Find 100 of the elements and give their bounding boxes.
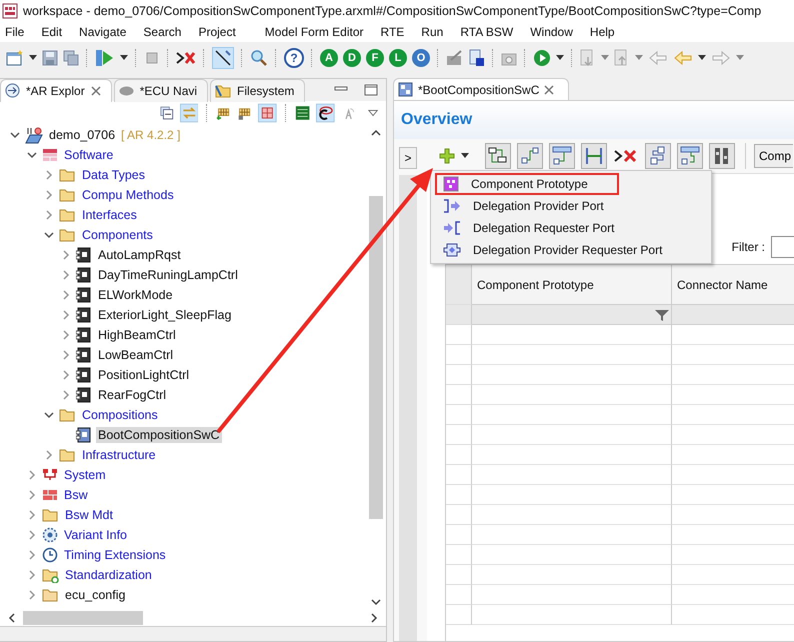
letter-button[interactable]: A	[320, 49, 338, 67]
expanded-chevron-icon[interactable]	[10, 132, 20, 138]
disconnect-icon[interactable]	[176, 50, 196, 66]
filter-field[interactable]	[771, 236, 794, 258]
link-editor-icon[interactable]	[180, 102, 198, 124]
tree-item[interactable]: System	[62, 467, 108, 483]
tree-item[interactable]: Software	[62, 147, 116, 163]
side-toggle-button[interactable]: >	[399, 147, 417, 169]
maximize-icon[interactable]	[364, 84, 378, 96]
dropdown-caret-icon[interactable]	[120, 55, 128, 61]
dropdown-caret-icon[interactable]	[461, 153, 469, 159]
search-icon[interactable]	[250, 49, 268, 67]
view-menu-icon[interactable]	[368, 109, 378, 117]
new-window-icon[interactable]	[6, 49, 24, 67]
collapsed-chevron-icon[interactable]	[28, 570, 36, 580]
tree-item[interactable]: AutoLampRqst	[96, 247, 183, 263]
view-tab[interactable]: *ECU Navi	[114, 78, 208, 102]
tree-item[interactable]: ExteriorLight_SleepFlag	[96, 307, 234, 323]
editor-tab[interactable]: *BootCompositionSwC	[393, 78, 570, 100]
filter-cell[interactable]	[472, 305, 672, 325]
stacked-ports-icon[interactable]	[645, 143, 671, 169]
collapsed-chevron-icon[interactable]	[28, 530, 36, 540]
report-icon[interactable]	[469, 49, 485, 67]
collapse-all-icon[interactable]	[160, 105, 174, 121]
port-link-icon[interactable]	[677, 143, 703, 169]
scroll-left-icon[interactable]	[8, 613, 15, 623]
menu-item[interactable]: Component Prototype	[435, 173, 619, 195]
grid-toggle-icon[interactable]	[258, 102, 277, 124]
scroll-down-icon[interactable]	[371, 599, 381, 606]
tree-item[interactable]: ecu_config	[63, 587, 128, 603]
tree-item[interactable]: BootCompositionSwC	[96, 427, 222, 443]
menu-item[interactable]: Run	[421, 25, 444, 39]
tree-item[interactable]: LowBeamCtrl	[96, 347, 176, 363]
filter-cell[interactable]	[672, 305, 794, 325]
letter-button[interactable]: O	[412, 49, 430, 67]
save-all-icon[interactable]	[63, 50, 79, 66]
letter-button[interactable]: D	[343, 49, 361, 67]
collapsed-chevron-icon[interactable]	[46, 210, 52, 220]
play-icon[interactable]	[533, 49, 551, 67]
menu-item[interactable]: Navigate	[79, 25, 126, 39]
menu-item[interactable]: Search	[143, 25, 182, 39]
dropdown-caret-icon[interactable]	[556, 55, 564, 61]
collapsed-chevron-icon[interactable]	[28, 470, 36, 480]
menu-item[interactable]: Delegation Provider Port	[435, 195, 709, 217]
collapsed-chevron-icon[interactable]	[46, 450, 52, 460]
tree-item[interactable]: Data Types	[80, 167, 148, 183]
refresh-toggle-icon[interactable]	[316, 102, 335, 124]
menu-item[interactable]: Delegation Requester Port	[435, 217, 709, 239]
view-tab[interactable]: *AR Explor	[0, 78, 112, 102]
last-edit-icon[interactable]	[648, 50, 668, 66]
column-header[interactable]: Component Prototype	[472, 265, 672, 305]
comp-button[interactable]: Comp	[754, 144, 794, 168]
tree-item[interactable]: Standardization	[63, 567, 154, 583]
menu-item[interactable]: Help	[590, 25, 615, 39]
tree-item[interactable]: Components	[80, 227, 155, 243]
filter-icon[interactable]	[655, 308, 669, 320]
collapsed-chevron-icon[interactable]	[62, 250, 70, 260]
edit-icon[interactable]	[446, 50, 464, 66]
tree-item[interactable]: Interfaces	[80, 207, 139, 223]
collapsed-chevron-icon[interactable]	[46, 190, 52, 200]
tree-item[interactable]: Bsw	[62, 487, 90, 503]
tree-item[interactable]: Infrastructure	[80, 447, 158, 463]
expanded-chevron-icon[interactable]	[44, 232, 54, 238]
letter-button[interactable]: F	[366, 49, 384, 67]
collapsed-chevron-icon[interactable]	[28, 490, 36, 500]
tree-item[interactable]: Bsw Mdt	[63, 507, 115, 523]
help-button[interactable]: ?	[284, 48, 304, 68]
menu-item[interactable]: Delegation Provider Requester Port	[435, 239, 709, 261]
tree-item[interactable]: RearFogCtrl	[96, 387, 168, 403]
collapsed-chevron-icon[interactable]	[62, 350, 70, 360]
collapsed-chevron-icon[interactable]	[62, 270, 70, 280]
collapsed-chevron-icon[interactable]	[62, 390, 70, 400]
menu-item[interactable]: RTA BSW	[460, 25, 514, 39]
delegation-connector-icon[interactable]	[549, 143, 575, 169]
collapsed-chevron-icon[interactable]	[28, 550, 36, 560]
tree-item[interactable]: HighBeamCtrl	[96, 327, 178, 343]
view-tab[interactable]: Filesystem	[210, 78, 306, 102]
tree-item[interactable]: Compu Methods	[80, 187, 176, 203]
collapsed-chevron-icon[interactable]	[28, 510, 36, 520]
menu-item[interactable]: Model Form Editor	[264, 25, 364, 39]
width-connector-icon[interactable]	[581, 143, 607, 169]
scroll-right-icon[interactable]	[371, 613, 378, 623]
collapsed-chevron-icon[interactable]	[62, 330, 70, 340]
menu-item[interactable]: RTE	[380, 25, 404, 39]
collapsed-chevron-icon[interactable]	[62, 290, 70, 300]
menu-item[interactable]: Edit	[41, 25, 62, 39]
close-icon[interactable]	[90, 86, 101, 96]
tree-item[interactable]: Timing Extensions	[62, 547, 168, 563]
forward-arrow-icon[interactable]	[711, 50, 731, 66]
pen-toggle-icon[interactable]	[212, 47, 234, 69]
tree-item[interactable]: demo_0706	[47, 127, 118, 143]
tree-item[interactable]: PositionLightCtrl	[96, 367, 192, 383]
columns-icon[interactable]	[709, 143, 735, 169]
collapsed-chevron-icon[interactable]	[28, 590, 36, 600]
collapsed-chevron-icon[interactable]	[62, 370, 70, 380]
collapsed-chevron-icon[interactable]	[62, 310, 70, 320]
close-icon[interactable]	[544, 84, 554, 94]
scroll-up-icon[interactable]	[371, 129, 381, 136]
collapsed-chevron-icon[interactable]	[46, 170, 52, 180]
dropdown-caret-icon[interactable]	[698, 55, 706, 61]
